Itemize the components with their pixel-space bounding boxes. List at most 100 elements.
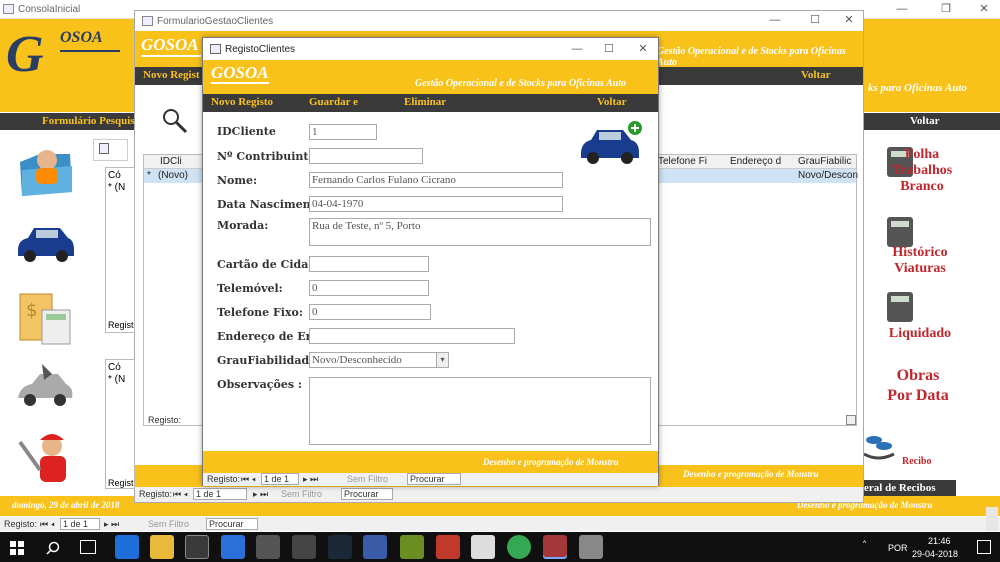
input-email[interactable] xyxy=(309,328,515,344)
mechanic-icon[interactable] xyxy=(14,430,76,485)
logo-underline xyxy=(60,50,120,52)
input-telemovel[interactable]: 0 xyxy=(309,280,429,296)
input-morada[interactable]: Rua de Teste, nº 5, Porto xyxy=(309,218,651,246)
col-idcliente[interactable]: IDCli xyxy=(160,156,182,167)
dialog-nav-record[interactable]: 1 de 1 xyxy=(261,473,299,485)
menu-guardar[interactable]: Guardar e xyxy=(309,96,358,108)
dialog-titlebar: RegistoClientes — ☐ ✕ xyxy=(203,38,658,60)
access-icon[interactable] xyxy=(543,535,567,559)
outer-nav-filter[interactable]: Sem Filtro xyxy=(148,519,189,529)
dialog-nav-filter[interactable]: Sem Filtro xyxy=(347,474,388,484)
file-explorer-icon[interactable] xyxy=(150,535,174,559)
close-icon[interactable]: ✕ xyxy=(629,40,657,59)
outer-tagline-clip: ks para Oficinas Auto xyxy=(868,82,967,94)
mid-nav-search[interactable]: Procurar xyxy=(341,488,393,500)
chevron-down-icon[interactable]: ▾ xyxy=(436,353,448,367)
select-grau-fiabilidade[interactable]: Novo/Desconhecido ▾ xyxy=(309,352,449,368)
label-grau-fiabilidade: GrauFiabilidade xyxy=(217,354,317,367)
restore-icon[interactable]: ❐ xyxy=(932,0,960,19)
edge-icon[interactable] xyxy=(115,535,139,559)
col-endereco[interactable]: Endereço d xyxy=(730,156,781,167)
recibos-tab[interactable]: eral de Recibos xyxy=(860,480,956,496)
tray-language[interactable]: POR xyxy=(888,543,908,553)
dialog-nav-search[interactable]: Procurar xyxy=(407,473,461,485)
input-contribuinte[interactable] xyxy=(309,148,423,164)
outer-nav-search[interactable]: Procurar xyxy=(206,518,258,530)
historico-viaturas-button[interactable]: Histórico Viaturas xyxy=(885,215,955,276)
form-icon xyxy=(142,16,153,26)
input-nascimento[interactable]: 04-04-1970 xyxy=(309,196,563,212)
select-grau-value: Novo/Desconhecido xyxy=(312,354,402,366)
app2-icon[interactable] xyxy=(400,535,424,559)
folha-trabalhos-button[interactable]: Folha Trabalhos Branco xyxy=(885,145,955,205)
media-player-icon[interactable] xyxy=(256,535,280,559)
liquidado-button[interactable]: Liquidado xyxy=(885,290,955,350)
maximize-icon[interactable]: ☐ xyxy=(801,11,829,30)
steam-icon[interactable] xyxy=(328,535,352,559)
nav-next-icon[interactable]: ▸ ⏭ xyxy=(104,519,119,530)
notifications-icon[interactable] xyxy=(977,540,991,554)
clients-folder-icon[interactable] xyxy=(14,140,76,196)
mid-menu-voltar[interactable]: Voltar xyxy=(801,69,831,81)
repair-car-icon[interactable] xyxy=(14,360,76,415)
close-icon[interactable]: ✕ xyxy=(835,11,863,30)
dialog-logo-underline xyxy=(211,82,269,84)
recibo-button[interactable]: Recibo xyxy=(862,432,942,468)
accounting-icon[interactable]: $ xyxy=(14,290,76,345)
defender-icon[interactable] xyxy=(221,535,245,559)
search-icon[interactable] xyxy=(161,107,189,139)
mid-tagline: Gestão Operacional e de Stocks para Ofic… xyxy=(657,46,846,68)
car-icon[interactable] xyxy=(14,220,76,265)
input-idcliente[interactable]: 1 xyxy=(309,124,377,140)
app4-icon[interactable] xyxy=(579,535,603,559)
col-telefone[interactable]: Telefone Fi xyxy=(658,156,707,167)
nav-next-icon[interactable]: ▸ ⏭ xyxy=(253,489,268,500)
mail-icon[interactable] xyxy=(471,535,495,559)
chrome-icon[interactable] xyxy=(507,535,531,559)
minimize-icon[interactable]: — xyxy=(761,11,789,30)
row-id: (Novo) xyxy=(158,170,189,181)
outer-nav-record[interactable]: 1 de 1 xyxy=(60,518,100,530)
menu-voltar[interactable]: Voltar xyxy=(910,115,940,127)
subform-1-row[interactable]: * (N xyxy=(108,182,125,193)
store-icon[interactable] xyxy=(185,535,209,559)
outer-scrollbar[interactable] xyxy=(986,507,998,531)
dialog-logo: GOSOA xyxy=(211,63,269,82)
input-observacoes[interactable] xyxy=(309,377,651,445)
app-icon[interactable] xyxy=(363,535,387,559)
nav-next-icon[interactable]: ▸ ⏭ xyxy=(303,474,318,485)
mid-window-title: FormularioGestaoClientes xyxy=(157,16,274,27)
nav-first-icon[interactable]: ⏮ ◂ xyxy=(40,519,55,530)
mid-logo: GOSOA xyxy=(141,35,199,54)
input-nome[interactable]: Fernando Carlos Fulano Cicrano xyxy=(309,172,563,188)
menu-novo-registo[interactable]: Novo Registo xyxy=(211,96,273,108)
game-icon[interactable] xyxy=(292,535,316,559)
menu-eliminar[interactable]: Eliminar xyxy=(404,96,446,108)
subform-2-row[interactable]: * (N xyxy=(108,374,125,385)
mid-nav-record[interactable]: 1 de 1 xyxy=(193,488,247,500)
obras-por-data-button[interactable]: Obras Por Data xyxy=(884,366,952,406)
col-grau[interactable]: GrauFiabilic xyxy=(798,156,851,167)
app3-icon[interactable] xyxy=(436,535,460,559)
nav-first-icon[interactable]: ⏮ ◂ xyxy=(241,474,256,485)
input-cartao-cidadao[interactable] xyxy=(309,256,429,272)
dialog-header: GOSOA Gestão Operacional e de Stocks par… xyxy=(203,60,658,94)
logo-initial: G xyxy=(6,26,44,83)
maximize-icon[interactable]: ☐ xyxy=(595,40,623,59)
tray-time: 21:46 xyxy=(928,536,951,546)
search-icon[interactable] xyxy=(46,540,60,555)
close-icon[interactable]: ✕ xyxy=(970,0,998,19)
input-telefone-fixo[interactable]: 0 xyxy=(309,304,431,320)
minimize-icon[interactable]: — xyxy=(563,40,591,59)
scroll-right-icon[interactable] xyxy=(846,415,856,425)
mid-nav-filter[interactable]: Sem Filtro xyxy=(281,489,322,499)
menu-voltar[interactable]: Voltar xyxy=(597,96,627,108)
menu-pesquisa[interactable]: Formulário Pesquisa xyxy=(42,115,140,127)
nav-first-icon[interactable]: ⏮ ◂ xyxy=(173,489,188,500)
add-vehicle-button[interactable] xyxy=(579,120,649,166)
start-icon[interactable] xyxy=(10,540,24,555)
task-view-icon[interactable] xyxy=(80,540,96,554)
tray-chevron-icon[interactable]: ˄ xyxy=(862,541,867,552)
minimize-icon[interactable]: — xyxy=(888,0,916,19)
mid-menu-novo[interactable]: Novo Regist xyxy=(143,69,200,81)
